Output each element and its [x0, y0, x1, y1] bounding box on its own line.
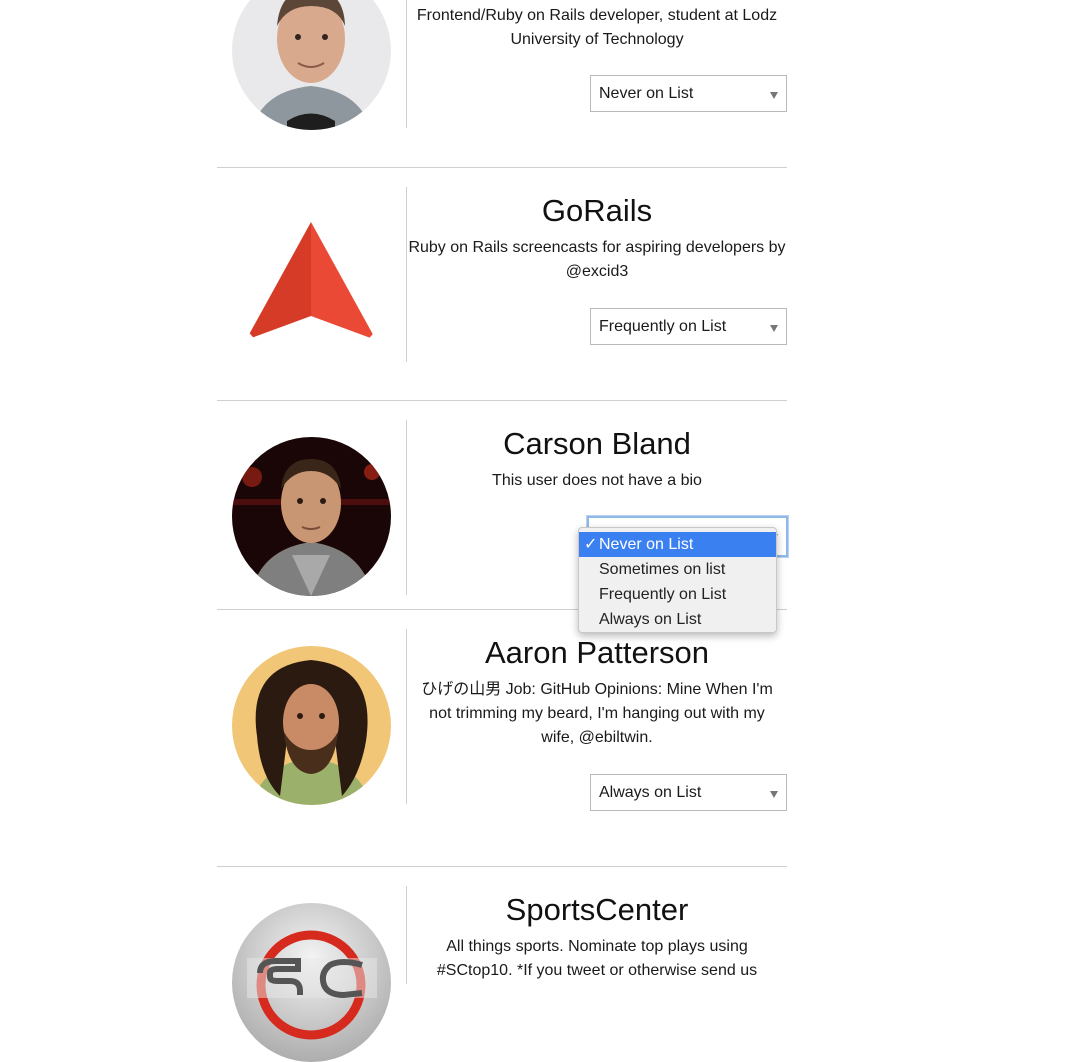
list-status-select[interactable]: Never on List: [590, 75, 787, 112]
user-card-5: SportsCenter All things sports. Nominate…: [217, 886, 787, 1062]
option-label: Always on List: [599, 611, 702, 628]
card-content: Carson Bland This user does not have a b…: [407, 426, 787, 493]
option-label: Never on List: [599, 536, 694, 553]
list-status-dropdown-menu: ✓ Never on List Sometimes on list Freque…: [578, 527, 777, 633]
user-bio: ひげの山男 Job: GitHub Opinions: Mine When I'…: [421, 681, 773, 746]
card-content: Frontend/Ruby on Rails developer, studen…: [407, 4, 787, 52]
user-bio: This user does not have a bio: [492, 472, 702, 489]
option-label: Sometimes on list: [599, 561, 726, 578]
option-label: Frequently on List: [599, 586, 727, 603]
avatar: [232, 437, 391, 596]
sportscenter-logo-icon: [232, 903, 391, 1062]
user-card-2: GoRails Ruby on Rails screencasts for as…: [217, 187, 787, 363]
card-separator: [217, 167, 787, 168]
gorails-logo-icon: [232, 204, 391, 363]
avatar-wrap: [232, 0, 391, 130]
user-card-4: Aaron Patterson ひげの山男 Job: GitHub Opinio…: [217, 629, 787, 811]
select-value: Never on List: [599, 85, 694, 102]
user-card-1: Frontend/Ruby on Rails developer, studen…: [217, 0, 787, 130]
user-bio: Frontend/Ruby on Rails developer, studen…: [416, 7, 778, 48]
check-icon: ✓: [584, 536, 598, 553]
avatar-wrap: [232, 437, 391, 596]
dropdown-arrow-icon: [770, 791, 778, 798]
dropdown-option-frequently[interactable]: Frequently on List: [579, 582, 776, 607]
dropdown-option-always[interactable]: Always on List: [579, 607, 776, 632]
card-content: GoRails Ruby on Rails screencasts for as…: [407, 193, 787, 284]
avatar-photo: [232, 646, 391, 805]
card-separator: [217, 400, 787, 401]
card-content: SportsCenter All things sports. Nominate…: [407, 892, 787, 983]
avatar-wrap: [232, 903, 391, 1062]
avatar-photo: [232, 437, 391, 596]
card-content: Aaron Patterson ひげの山男 Job: GitHub Opinio…: [407, 635, 787, 750]
user-name: GoRails: [541, 193, 653, 228]
card-separator: [217, 866, 787, 867]
user-name: SportsCenter: [505, 892, 689, 927]
dropdown-option-never[interactable]: ✓ Never on List: [579, 532, 776, 557]
avatar-wrap: [232, 204, 391, 363]
user-name: Carson Bland: [503, 426, 691, 461]
avatar: [232, 903, 391, 1062]
avatar-wrap: [232, 646, 391, 805]
dropdown-option-sometimes[interactable]: Sometimes on list: [579, 557, 776, 582]
list-status-select[interactable]: Always on List: [590, 774, 787, 811]
avatar: [232, 204, 391, 363]
select-value: Frequently on List: [599, 318, 727, 335]
user-name: Aaron Patterson: [484, 635, 710, 670]
avatar-photo: [232, 0, 391, 130]
user-bio: All things sports. Nominate top plays us…: [436, 938, 758, 979]
dropdown-arrow-icon: [770, 92, 778, 99]
list-status-select[interactable]: Frequently on List: [590, 308, 787, 345]
dropdown-arrow-icon: [770, 325, 778, 332]
avatar: [232, 646, 391, 805]
select-value: Always on List: [599, 784, 702, 801]
user-bio: Ruby on Rails screencasts for aspiring d…: [408, 239, 786, 280]
avatar: [232, 0, 391, 130]
